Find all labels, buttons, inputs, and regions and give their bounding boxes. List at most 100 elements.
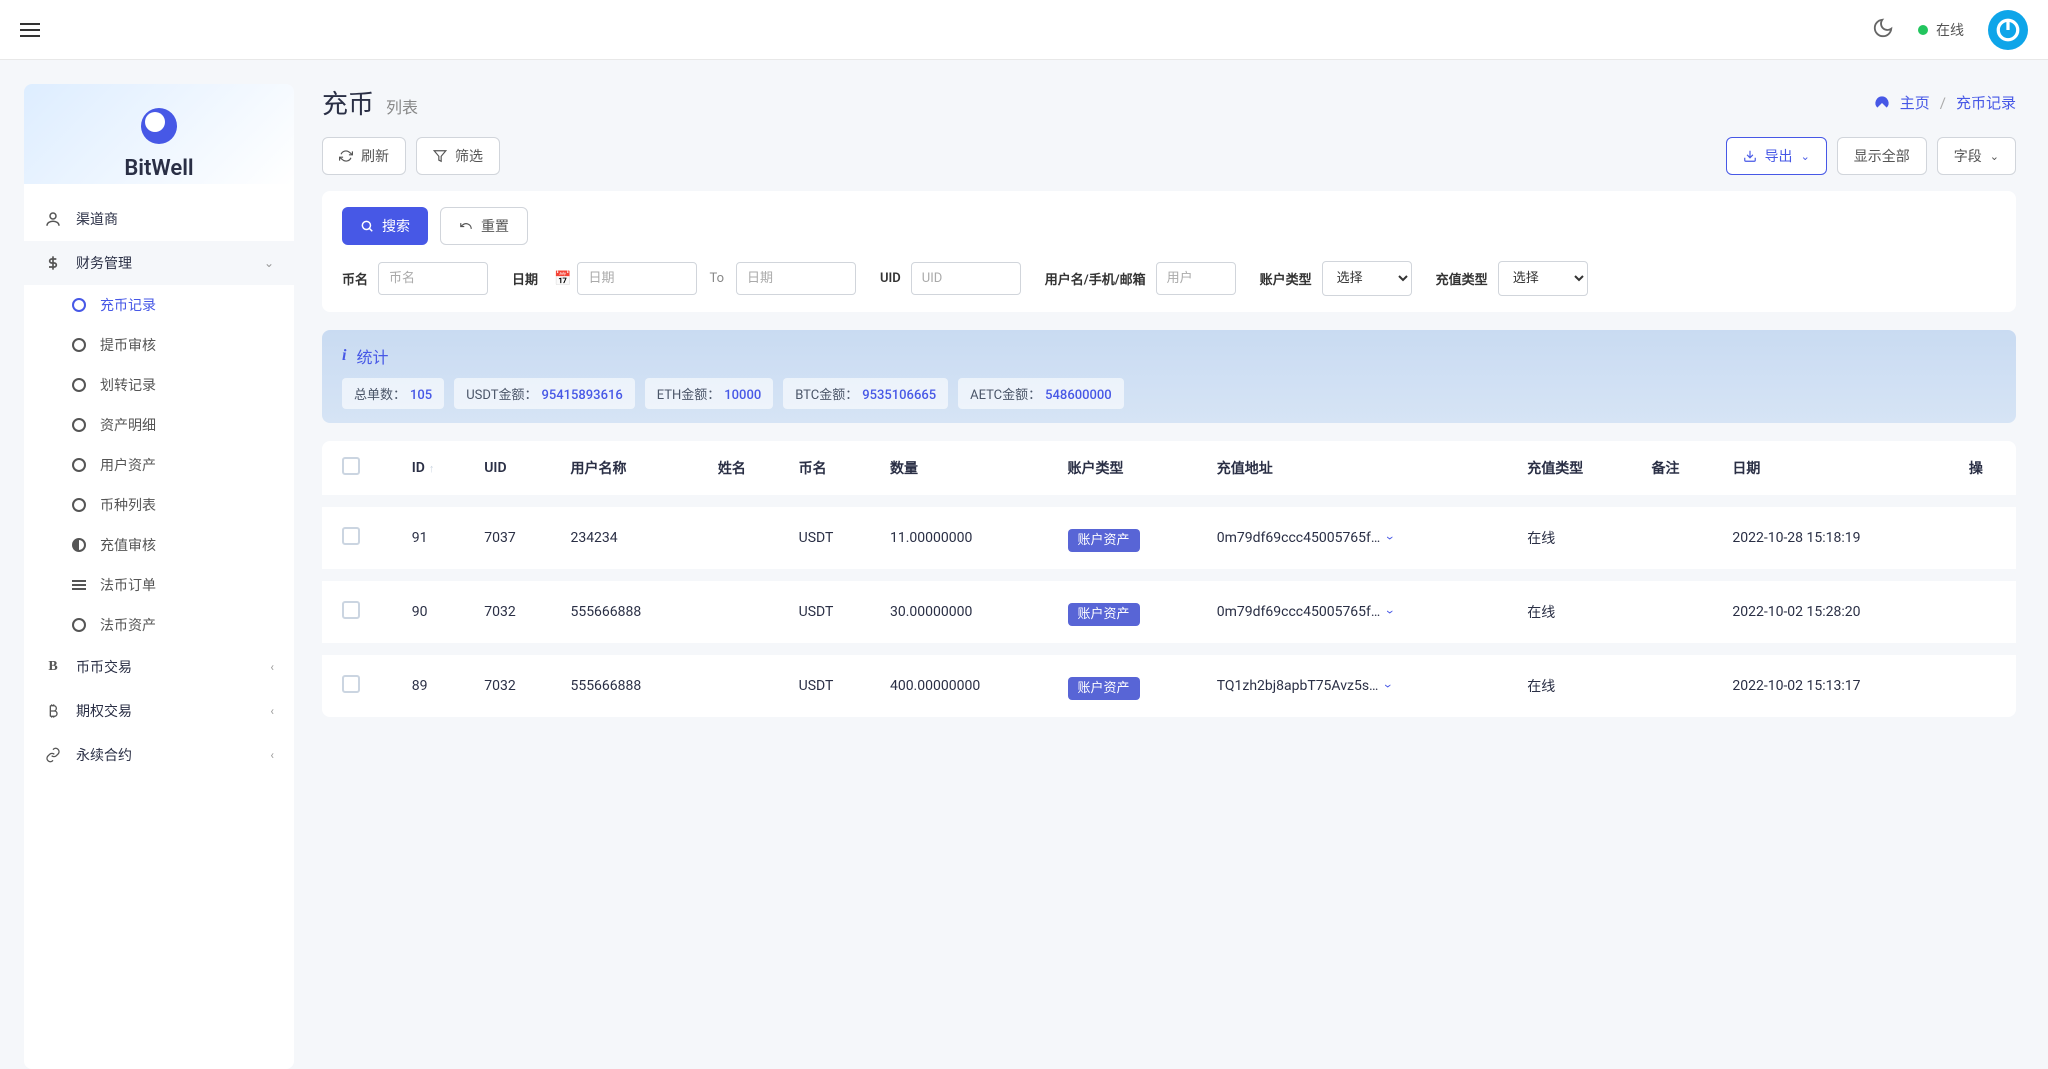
more-icon[interactable]: › — [1381, 684, 1397, 688]
col-name[interactable]: 姓名 — [706, 441, 787, 501]
sidebar-sub-item[interactable]: 划转记录 — [24, 365, 294, 405]
col-uname[interactable]: 用户名称 — [558, 441, 705, 501]
cell-coin: USDT — [787, 575, 878, 649]
table-row: 897032555666888USDT400.00000000账户资产TQ1zh… — [322, 649, 2016, 717]
status-dot-icon — [1918, 25, 1928, 35]
col-date[interactable]: 日期 — [1720, 441, 1956, 501]
sub-item-label: 用户资产 — [100, 455, 156, 475]
reset-button[interactable]: 重置 — [440, 207, 528, 245]
date-to-input[interactable] — [736, 262, 856, 295]
date-filter-label: 日期 — [512, 269, 548, 288]
calendar-icon: 📅 — [554, 271, 571, 287]
cell-addr: TQ1zh2bj8apbT75Avz5s… — [1217, 678, 1379, 694]
avatar[interactable] — [1988, 10, 2028, 50]
acct-badge: 账户资产 — [1068, 529, 1140, 552]
refresh-icon — [339, 149, 353, 163]
dashboard-icon — [1874, 95, 1890, 111]
uid-input[interactable] — [911, 262, 1021, 295]
cell-op[interactable] — [1957, 501, 2016, 575]
refresh-button[interactable]: 刷新 — [322, 137, 406, 175]
cell-type: 在线 — [1515, 649, 1639, 717]
cell-qty: 11.00000000 — [878, 501, 1056, 575]
col-addr[interactable]: 充值地址 — [1205, 441, 1515, 501]
stats-card: i 统计 总单数：105USDT金额：95415893616ETH金额：1000… — [322, 330, 2016, 423]
bitcoin-icon — [44, 703, 62, 719]
row-checkbox[interactable] — [342, 601, 360, 619]
type-select[interactable]: 选择 — [1498, 261, 1588, 296]
cell-coin: USDT — [787, 501, 878, 575]
col-qty[interactable]: 数量 — [878, 441, 1056, 501]
cell-addr: 0m79df69ccc45005765f… — [1217, 604, 1381, 620]
col-remark[interactable]: 备注 — [1640, 441, 1721, 501]
circle-icon — [72, 378, 86, 392]
sidebar-item-perp[interactable]: 永续合约 ‹ — [24, 733, 294, 777]
sidebar-sub-item[interactable]: 法币订单 — [24, 565, 294, 605]
cell-op[interactable] — [1957, 575, 2016, 649]
sidebar-item-spot[interactable]: B 币币交易 ‹ — [24, 645, 294, 689]
sidebar-item-channel[interactable]: 渠道商 — [24, 197, 294, 241]
col-coin[interactable]: 币名 — [787, 441, 878, 501]
fields-button[interactable]: 字段 ⌄ — [1937, 137, 2016, 175]
col-uid[interactable]: UID — [472, 441, 558, 501]
acct-select[interactable]: 选择 — [1322, 261, 1412, 296]
cell-uname: 555666888 — [558, 575, 705, 649]
sidebar-sub-item[interactable]: 充币记录 — [24, 285, 294, 325]
theme-toggle-icon[interactable] — [1872, 17, 1894, 43]
search-icon — [360, 219, 374, 233]
filter-button[interactable]: 筛选 — [416, 137, 500, 175]
col-id[interactable]: ID↑ — [400, 441, 473, 501]
sidebar-sub-item[interactable]: 资产明细 — [24, 405, 294, 445]
row-checkbox[interactable] — [342, 527, 360, 545]
cell-op[interactable] — [1957, 649, 2016, 717]
more-icon[interactable]: › — [1382, 536, 1398, 540]
stat-chip: 总单数：105 — [342, 378, 444, 409]
col-acct[interactable]: 账户类型 — [1056, 441, 1205, 501]
export-button[interactable]: 导出 ⌄ — [1726, 137, 1827, 175]
user-input[interactable] — [1156, 262, 1236, 295]
sidebar-item-options[interactable]: 期权交易 ‹ — [24, 689, 294, 733]
breadcrumb-home[interactable]: 主页 — [1900, 92, 1930, 113]
acct-badge: 账户资产 — [1068, 677, 1140, 700]
type-filter-label: 充值类型 — [1436, 269, 1498, 288]
bold-b-icon: B — [44, 659, 62, 675]
cell-remark — [1640, 649, 1721, 717]
cell-name — [706, 649, 787, 717]
cell-name — [706, 575, 787, 649]
hamburger-menu[interactable] — [20, 18, 44, 42]
more-icon[interactable]: › — [1382, 610, 1398, 614]
filter-icon — [433, 149, 447, 163]
sub-item-label: 划转记录 — [100, 375, 156, 395]
row-checkbox[interactable] — [342, 675, 360, 693]
chevron-down-icon: ⌄ — [264, 256, 274, 270]
dollar-icon — [44, 255, 62, 271]
show-all-button[interactable]: 显示全部 — [1837, 137, 1927, 175]
half-circle-icon — [72, 538, 86, 552]
circle-icon — [72, 298, 86, 312]
cell-qty: 400.00000000 — [878, 649, 1056, 717]
sidebar-item-label: 永续合约 — [76, 745, 132, 765]
sidebar-sub-item[interactable]: 提币审核 — [24, 325, 294, 365]
sub-item-label: 充币记录 — [100, 295, 156, 315]
col-type[interactable]: 充值类型 — [1515, 441, 1639, 501]
sidebar-sub-item[interactable]: 币种列表 — [24, 485, 294, 525]
cell-id: 90 — [400, 575, 473, 649]
sidebar-sub-item[interactable]: 充值审核 — [24, 525, 294, 565]
cell-date: 2022-10-02 15:28:20 — [1720, 575, 1956, 649]
sidebar-sub-item[interactable]: 用户资产 — [24, 445, 294, 485]
date-from-input[interactable] — [577, 262, 697, 295]
logo-icon — [141, 108, 177, 144]
cell-uid: 7032 — [472, 649, 558, 717]
cell-qty: 30.00000000 — [878, 575, 1056, 649]
circle-icon — [72, 498, 86, 512]
info-icon: i — [342, 347, 346, 365]
cell-date: 2022-10-02 15:13:17 — [1720, 649, 1956, 717]
sidebar-sub-item[interactable]: 法币资产 — [24, 605, 294, 645]
sidebar-item-finance[interactable]: 财务管理 ⌄ — [24, 241, 294, 285]
coin-input[interactable] — [378, 262, 488, 295]
sidebar: BitWell 渠道商 财务管理 ⌄ 充币记录提币审核划转记录资产明细用户资产币… — [24, 84, 294, 1069]
col-op[interactable]: 操 — [1957, 441, 2016, 501]
undo-icon — [459, 219, 473, 233]
search-button[interactable]: 搜索 — [342, 207, 428, 245]
select-all-checkbox[interactable] — [342, 457, 360, 475]
cell-type: 在线 — [1515, 501, 1639, 575]
